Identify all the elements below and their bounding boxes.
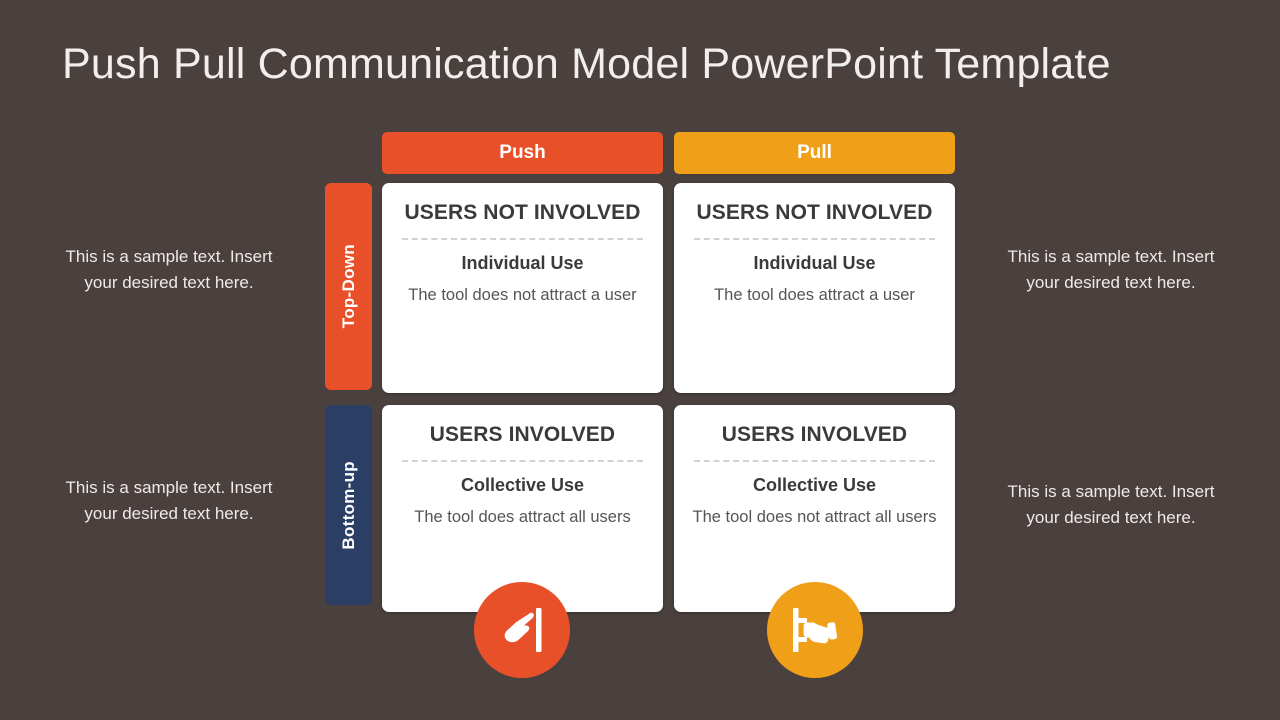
card-heading: USERS NOT INVOLVED bbox=[696, 201, 933, 224]
card-subtitle: Collective Use bbox=[460, 474, 585, 495]
card-heading: USERS NOT INVOLVED bbox=[404, 201, 641, 224]
card-body: The tool does attract a user bbox=[714, 285, 915, 304]
row-tab-top-down-label: Top-Down bbox=[338, 244, 358, 329]
hand-pull-icon bbox=[767, 582, 863, 678]
card-body: The tool does attract all users bbox=[414, 507, 631, 526]
card-push-top-down[interactable]: USERS NOT INVOLVED Individual Use The to… bbox=[382, 183, 663, 393]
row-tab-bottom-up-label: Bottom-up bbox=[338, 460, 358, 550]
card-body: The tool does not attract a user bbox=[408, 285, 637, 304]
side-note-right-top: This is a sample text. Insert your desir… bbox=[1007, 247, 1215, 292]
card-divider bbox=[402, 459, 643, 462]
card-subtitle: Individual Use bbox=[461, 252, 584, 273]
column-header-push[interactable]: Push bbox=[382, 132, 663, 174]
side-note-right-bottom: This is a sample text. Insert your desir… bbox=[1007, 482, 1215, 527]
card-body: The tool does not attract all users bbox=[692, 507, 937, 526]
column-header-push-label: Push bbox=[499, 142, 546, 163]
page-title: Push Pull Communication Model PowerPoint… bbox=[62, 40, 1111, 88]
card-subtitle: Collective Use bbox=[752, 474, 877, 495]
side-note-left-bottom: This is a sample text. Insert your desir… bbox=[65, 478, 273, 523]
card-heading: USERS INVOLVED bbox=[721, 423, 908, 446]
card-divider bbox=[694, 459, 935, 462]
card-pull-top-down[interactable]: USERS NOT INVOLVED Individual Use The to… bbox=[674, 183, 955, 393]
hand-push-icon bbox=[474, 582, 570, 678]
card-subtitle: Individual Use bbox=[753, 252, 876, 273]
column-header-pull-label: Pull bbox=[797, 142, 832, 163]
slide-canvas: Push Pull Communication Model PowerPoint… bbox=[0, 0, 1280, 720]
column-header-pull[interactable]: Pull bbox=[674, 132, 955, 174]
row-tab-bottom-up[interactable]: Bottom-up bbox=[325, 405, 372, 605]
card-push-bottom-up[interactable]: USERS INVOLVED Collective Use The tool d… bbox=[382, 405, 663, 612]
card-divider bbox=[694, 237, 935, 240]
side-note-left-top: This is a sample text. Insert your desir… bbox=[65, 247, 273, 292]
card-heading: USERS INVOLVED bbox=[429, 423, 616, 446]
card-pull-bottom-up[interactable]: USERS INVOLVED Collective Use The tool d… bbox=[674, 405, 955, 612]
card-divider bbox=[402, 237, 643, 240]
row-tab-top-down[interactable]: Top-Down bbox=[325, 183, 372, 390]
